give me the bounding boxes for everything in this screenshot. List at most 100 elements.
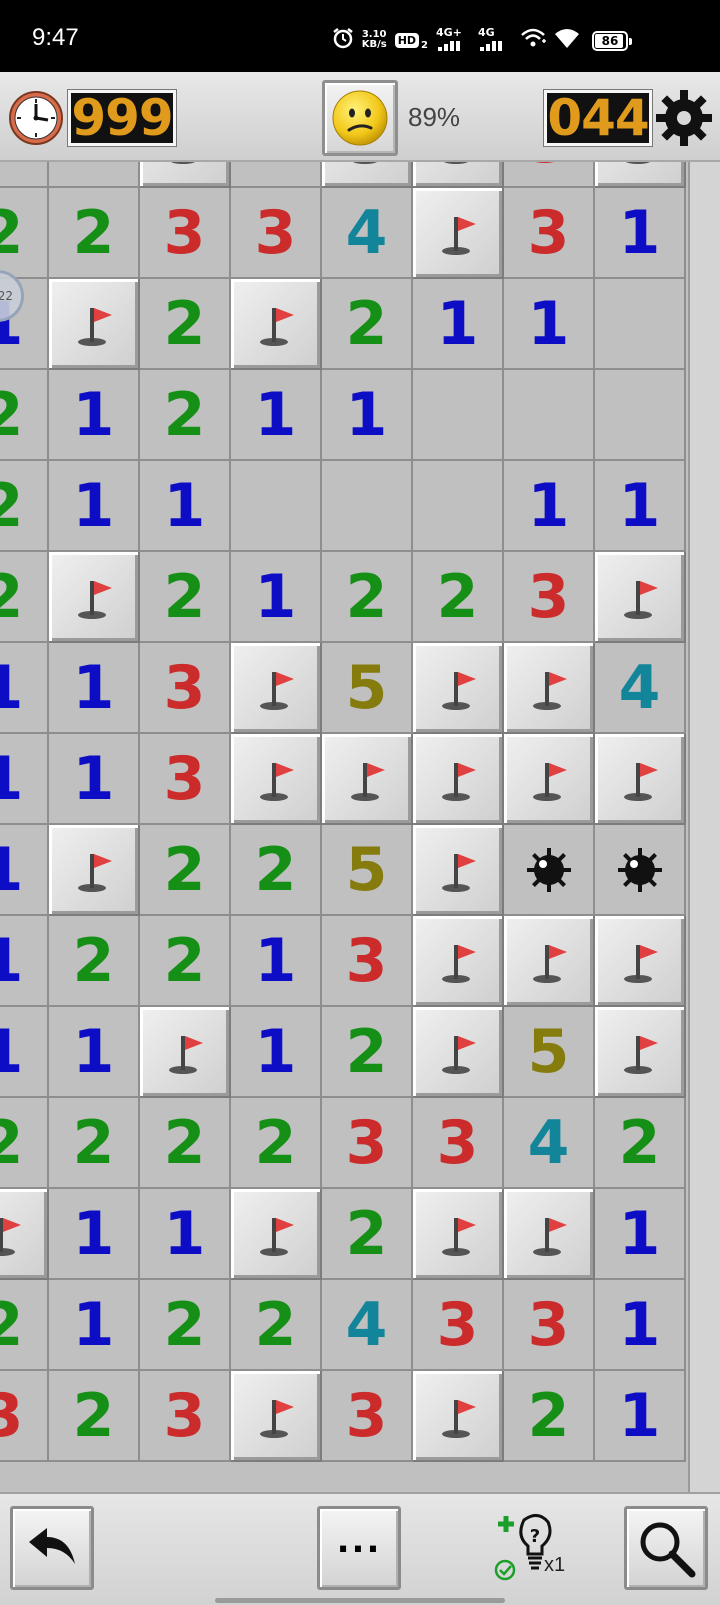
- number-cell[interactable]: 1: [0, 1007, 49, 1098]
- number-cell[interactable]: 4: [595, 643, 686, 734]
- flagged-cell[interactable]: [0, 1189, 49, 1280]
- number-cell[interactable]: 2: [231, 162, 322, 188]
- number-cell[interactable]: 1: [49, 461, 140, 552]
- number-cell[interactable]: 1: [49, 643, 140, 734]
- flagged-cell[interactable]: [49, 825, 140, 916]
- flagged-cell[interactable]: [504, 643, 595, 734]
- number-cell[interactable]: 3: [140, 734, 231, 825]
- flagged-cell[interactable]: [231, 279, 322, 370]
- flagged-cell[interactable]: [413, 916, 504, 1007]
- flagged-cell[interactable]: [504, 916, 595, 1007]
- number-cell[interactable]: 1: [231, 552, 322, 643]
- number-cell[interactable]: 2: [595, 1098, 686, 1189]
- number-cell[interactable]: 3: [413, 1280, 504, 1371]
- number-cell[interactable]: 3: [504, 188, 595, 279]
- number-cell[interactable]: 2: [231, 825, 322, 916]
- flagged-cell[interactable]: [231, 643, 322, 734]
- number-cell[interactable]: 1: [504, 461, 595, 552]
- number-cell[interactable]: 2: [504, 1371, 595, 1462]
- undo-button[interactable]: [10, 1506, 94, 1590]
- flagged-cell[interactable]: [413, 825, 504, 916]
- number-cell[interactable]: 1: [322, 370, 413, 461]
- number-cell[interactable]: 1: [49, 734, 140, 825]
- number-cell[interactable]: 3: [322, 916, 413, 1007]
- number-cell[interactable]: 2: [0, 188, 49, 279]
- settings-button[interactable]: [654, 88, 714, 148]
- empty-cell[interactable]: [595, 279, 686, 370]
- number-cell[interactable]: 1: [49, 1189, 140, 1280]
- empty-cell[interactable]: [595, 370, 686, 461]
- number-cell[interactable]: 2: [140, 279, 231, 370]
- number-cell[interactable]: 1: [49, 1007, 140, 1098]
- number-cell[interactable]: 1: [49, 370, 140, 461]
- number-cell[interactable]: 1: [0, 825, 49, 916]
- empty-cell[interactable]: [504, 370, 595, 461]
- number-cell[interactable]: 3: [504, 162, 595, 188]
- number-cell[interactable]: 2: [231, 1098, 322, 1189]
- number-cell[interactable]: 5: [504, 1007, 595, 1098]
- number-cell[interactable]: 1: [231, 916, 322, 1007]
- number-cell[interactable]: 2: [140, 552, 231, 643]
- number-cell[interactable]: 1: [595, 188, 686, 279]
- number-cell[interactable]: 4: [504, 1098, 595, 1189]
- number-cell[interactable]: 2: [0, 1280, 49, 1371]
- number-cell[interactable]: 2: [322, 552, 413, 643]
- flagged-cell[interactable]: [49, 279, 140, 370]
- flagged-cell[interactable]: [231, 1189, 322, 1280]
- number-cell[interactable]: 1: [0, 643, 49, 734]
- number-cell[interactable]: 2: [49, 188, 140, 279]
- number-cell[interactable]: 1: [49, 1280, 140, 1371]
- flagged-cell[interactable]: [595, 552, 686, 643]
- number-cell[interactable]: 2: [140, 916, 231, 1007]
- flagged-cell[interactable]: [322, 162, 413, 188]
- flagged-cell[interactable]: [413, 188, 504, 279]
- flagged-cell[interactable]: [504, 734, 595, 825]
- flagged-cell[interactable]: [413, 1371, 504, 1462]
- number-cell[interactable]: 2: [140, 1098, 231, 1189]
- number-cell[interactable]: 2: [231, 1280, 322, 1371]
- number-cell[interactable]: 3: [140, 643, 231, 734]
- more-options-button[interactable]: ...: [317, 1506, 401, 1590]
- number-cell[interactable]: 1: [595, 461, 686, 552]
- number-cell[interactable]: 2: [322, 279, 413, 370]
- empty-cell[interactable]: [322, 461, 413, 552]
- empty-cell[interactable]: [413, 461, 504, 552]
- home-indicator[interactable]: [215, 1598, 505, 1603]
- flagged-cell[interactable]: [49, 552, 140, 643]
- flagged-cell[interactable]: [595, 1007, 686, 1098]
- flagged-cell[interactable]: [504, 1189, 595, 1280]
- flagged-cell[interactable]: [413, 734, 504, 825]
- number-cell[interactable]: 3: [140, 1371, 231, 1462]
- flagged-cell[interactable]: [140, 1007, 231, 1098]
- number-cell[interactable]: 3: [413, 1098, 504, 1189]
- number-cell[interactable]: 2: [49, 162, 140, 188]
- number-cell[interactable]: 2: [49, 1371, 140, 1462]
- number-cell[interactable]: 4: [322, 1280, 413, 1371]
- number-cell[interactable]: 5: [322, 825, 413, 916]
- number-cell[interactable]: 3: [140, 188, 231, 279]
- number-cell[interactable]: 2: [0, 461, 49, 552]
- number-cell[interactable]: 3: [504, 552, 595, 643]
- number-cell[interactable]: 1: [140, 461, 231, 552]
- number-cell[interactable]: 1: [0, 734, 49, 825]
- number-cell[interactable]: 2: [140, 825, 231, 916]
- flagged-cell[interactable]: [595, 916, 686, 1007]
- number-cell[interactable]: 2: [0, 162, 49, 188]
- number-cell[interactable]: 1: [595, 1189, 686, 1280]
- number-cell[interactable]: 2: [49, 1098, 140, 1189]
- board-scroll-strip[interactable]: [688, 162, 720, 1492]
- empty-cell[interactable]: [231, 461, 322, 552]
- empty-cell[interactable]: [413, 370, 504, 461]
- number-cell[interactable]: 1: [231, 1007, 322, 1098]
- number-cell[interactable]: 1: [0, 916, 49, 1007]
- number-cell[interactable]: 2: [0, 1098, 49, 1189]
- face-reset-button[interactable]: [322, 80, 398, 156]
- flagged-cell[interactable]: [322, 734, 413, 825]
- number-cell[interactable]: 5: [322, 643, 413, 734]
- number-cell[interactable]: 2: [0, 370, 49, 461]
- flagged-cell[interactable]: [231, 1371, 322, 1462]
- number-cell[interactable]: 3: [504, 1280, 595, 1371]
- number-cell[interactable]: 1: [231, 370, 322, 461]
- number-cell[interactable]: 3: [0, 1371, 49, 1462]
- number-cell[interactable]: 1: [595, 1280, 686, 1371]
